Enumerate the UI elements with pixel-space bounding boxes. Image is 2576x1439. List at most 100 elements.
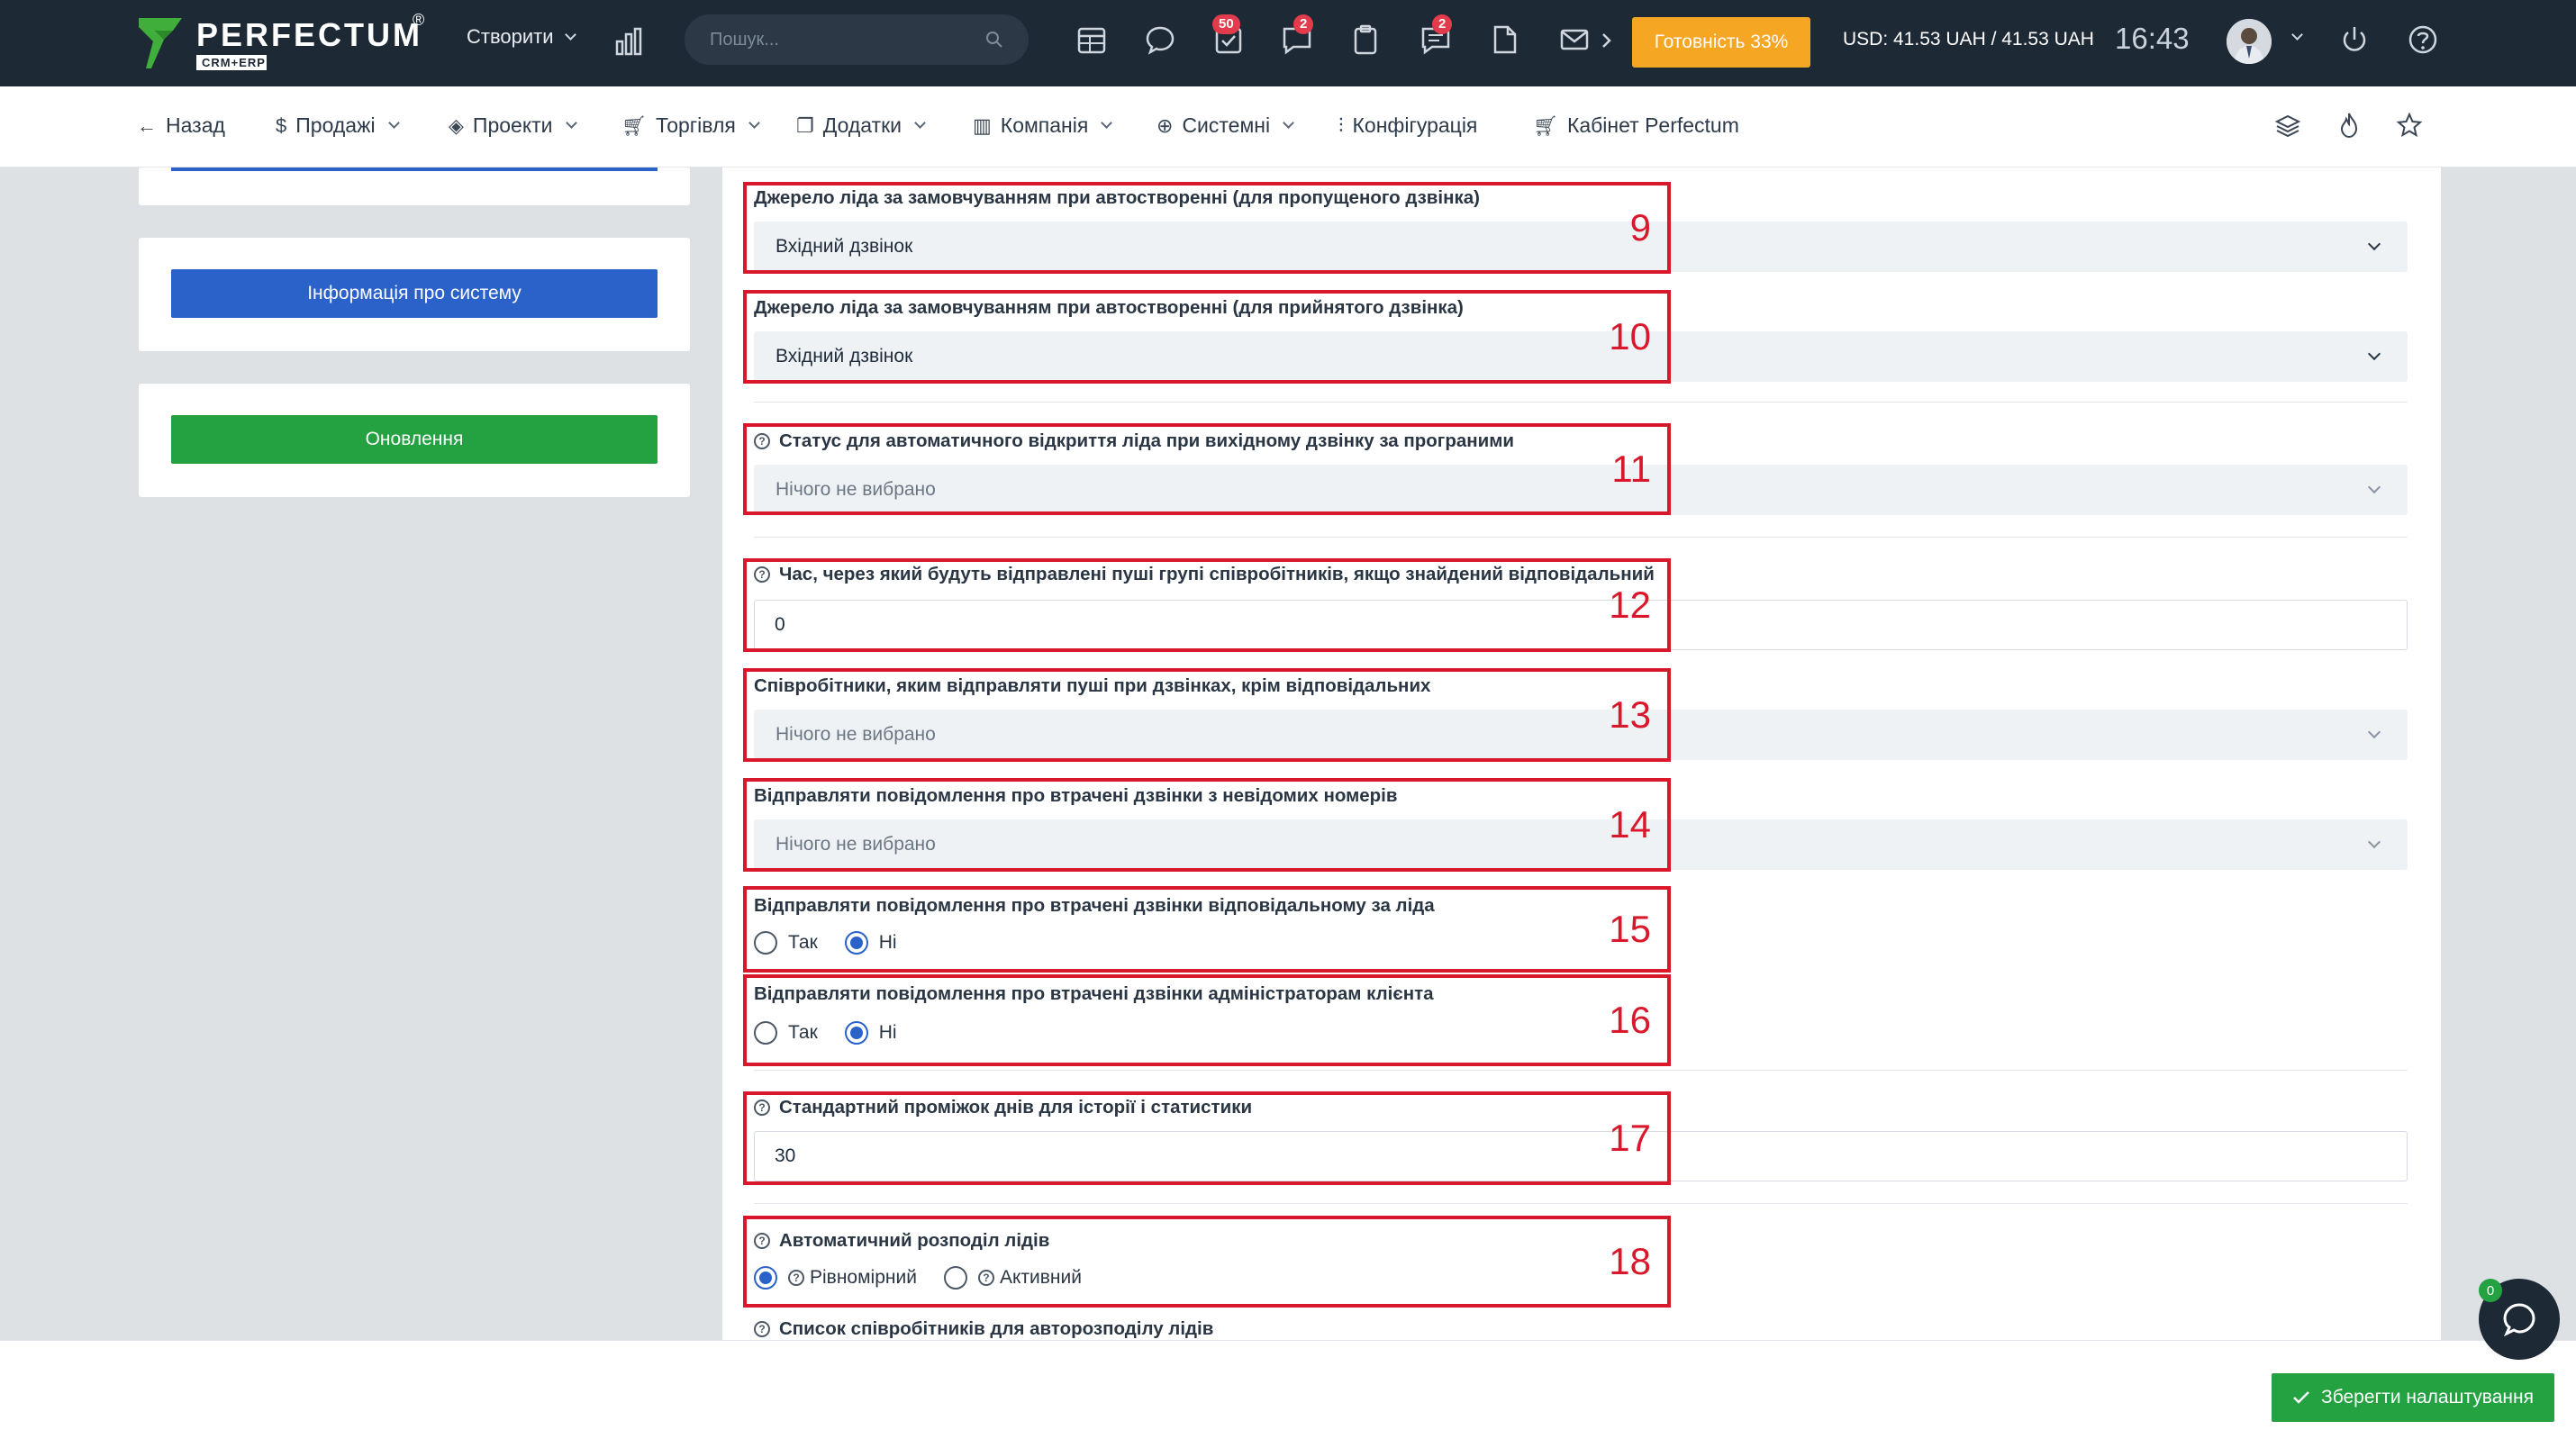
file-icon[interactable] <box>1488 23 1520 56</box>
user-avatar-icon <box>2227 19 2272 64</box>
nav-system-label: Системні <box>1182 113 1271 137</box>
messages-button[interactable]: 2 <box>1420 14 1453 56</box>
chevron-down-icon <box>2367 835 2381 849</box>
divider <box>754 537 2408 538</box>
check-icon <box>2293 1391 2309 1404</box>
logo-subtitle: CRM+ERP <box>196 54 267 70</box>
field-label: ? Список співробітників для авторозподіл… <box>754 1318 1213 1340</box>
tasks-badge: 50 <box>1212 14 1240 34</box>
main-nav: ← Назад $ Продажі ◈ Проекти 🛒︎ Торгівля … <box>0 86 2576 167</box>
layers-icon[interactable] <box>2275 113 2300 139</box>
nav-sales[interactable]: $ Продажі <box>276 113 400 138</box>
nav-back[interactable]: ← Назад <box>137 113 225 138</box>
annotation-box-18: 18 <box>743 1216 1671 1308</box>
chevron-right-icon[interactable] <box>1601 32 1612 49</box>
chevron-down-icon <box>387 117 400 129</box>
search-input[interactable]: Пошук... <box>710 30 985 50</box>
divider <box>754 1070 2408 1071</box>
annotation-number: 9 <box>1629 206 1651 249</box>
system-info-button[interactable]: Інформація про систему <box>171 269 658 318</box>
annotation-number: 14 <box>1609 803 1651 846</box>
logo-registered-mark: ® <box>413 11 425 29</box>
currency-rate: USD: 41.53 UAH / 41.53 UAH <box>1843 29 2094 50</box>
chevron-down-icon <box>1101 117 1113 129</box>
create-menu-button[interactable]: Створити <box>467 25 576 49</box>
annotation-box-14: 14 <box>743 778 1671 872</box>
help-icon[interactable]: ? <box>754 1321 770 1337</box>
nav-addons-label: Додатки <box>822 113 903 137</box>
chevron-down-icon <box>2367 480 2381 494</box>
nav-projects[interactable]: ◈ Проекти <box>449 113 577 138</box>
layers-icon: ◈ <box>449 113 464 137</box>
annotation-number: 11 <box>1611 448 1651 490</box>
chat-button[interactable]: 2 <box>1281 14 1314 56</box>
annotation-box-16: 16 <box>743 974 1671 1066</box>
annotation-number: 12 <box>1609 584 1651 626</box>
chevron-down-icon <box>748 117 760 129</box>
chevron-down-icon <box>565 117 577 129</box>
annotation-box-15: 15 <box>743 886 1671 973</box>
logo[interactable]: PERFECTUM CRM+ERP ® <box>137 11 434 76</box>
dollar-icon: $ <box>276 113 287 137</box>
annotation-box-13: 13 <box>743 668 1671 762</box>
tasks-button[interactable]: 50 <box>1212 14 1245 56</box>
annotation-box-12: 12 <box>743 558 1671 652</box>
logo-word: PERFECTUM <box>196 15 422 53</box>
annotation-box-11: 11 <box>743 423 1671 515</box>
chevron-down-icon <box>564 28 576 41</box>
chevron-down-icon <box>2367 237 2381 251</box>
nav-company-label: Компанія <box>1000 113 1089 137</box>
chevron-down-icon <box>914 117 926 129</box>
annotation-number: 13 <box>1609 693 1651 736</box>
annotation-box-9: 9 <box>743 182 1671 274</box>
sidebar-card-top <box>139 167 690 205</box>
nav-cabinet[interactable]: 🛒︎ Кабінет Perfectum <box>1533 113 1739 138</box>
nav-company[interactable]: ▥ Компанія <box>973 113 1113 138</box>
fire-icon[interactable] <box>2336 112 2362 139</box>
footer-bar <box>0 1340 2576 1439</box>
updates-button[interactable]: Оновлення <box>171 415 658 464</box>
nav-trade-label: Торгівля <box>655 113 736 137</box>
save-settings-button[interactable]: Зберегти налаштування <box>2272 1373 2554 1422</box>
globe-icon: ⊕ <box>1156 113 1174 137</box>
star-icon[interactable] <box>2396 112 2423 139</box>
top-bar: PERFECTUM CRM+ERP ® Створити Пошук... 50… <box>0 0 2576 86</box>
annotation-number: 16 <box>1609 999 1651 1041</box>
mail-icon[interactable] <box>1558 23 1591 56</box>
copy-icon: ❐ <box>796 113 814 137</box>
arrow-left-icon: ← <box>137 113 157 137</box>
divider <box>754 402 2408 403</box>
chevron-down-icon <box>1283 117 1294 129</box>
building-icon: ▥ <box>973 113 992 137</box>
power-icon[interactable] <box>2338 23 2371 56</box>
annotation-box-10: 10 <box>743 290 1671 384</box>
annotation-box-17: 17 <box>743 1091 1671 1185</box>
chat-widget-icon <box>2503 1303 2535 1337</box>
nav-projects-label: Проекти <box>472 113 553 137</box>
nav-sales-label: Продажі <box>295 113 376 137</box>
cart-icon: 🛒︎ <box>621 113 647 137</box>
nav-system[interactable]: ⊕ Системні <box>1156 113 1294 138</box>
chat-widget-badge: 0 <box>2479 1279 2502 1302</box>
nav-config[interactable]: ⫶ Конфігурація <box>1338 113 1477 138</box>
search-box[interactable]: Пошук... <box>685 14 1029 65</box>
save-settings-label: Зберегти налаштування <box>2321 1387 2534 1407</box>
sidebar-button-edge <box>171 167 658 171</box>
clipboard-icon[interactable] <box>1349 23 1382 56</box>
nav-trade[interactable]: 🛒︎ Торгівля <box>621 113 760 138</box>
chevron-down-icon[interactable] <box>2291 29 2303 41</box>
create-label: Створити <box>467 25 554 48</box>
annotation-number: 17 <box>1609 1117 1651 1159</box>
readiness-button[interactable]: Готовність 33% <box>1632 17 1810 68</box>
help-icon[interactable] <box>2407 23 2439 56</box>
bar-chart-icon[interactable] <box>614 25 643 58</box>
chevron-down-icon <box>2367 725 2381 739</box>
clock: 16:43 <box>2115 22 2190 55</box>
chevron-down-icon <box>2367 347 2381 361</box>
nav-cabinet-label: Кабінет Perfectum <box>1566 113 1739 137</box>
avatar[interactable] <box>2227 19 2272 64</box>
annotation-number: 18 <box>1609 1240 1651 1282</box>
calendar-icon[interactable] <box>1075 23 1108 56</box>
nav-addons[interactable]: ❐ Додатки <box>796 113 926 138</box>
chat-bubble-icon[interactable] <box>1144 23 1176 56</box>
